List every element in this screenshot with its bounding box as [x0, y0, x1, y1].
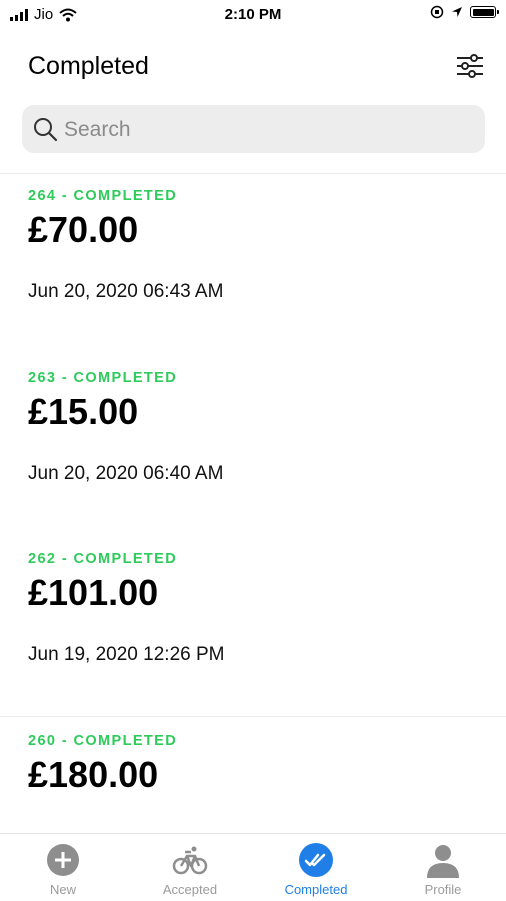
status-bar: Jio 2:10 PM [0, 0, 506, 30]
filter-sliders-icon[interactable] [455, 53, 485, 79]
tab-accepted[interactable]: Accepted [127, 834, 253, 901]
tab-bar: New Accepted Completed Profile [0, 833, 506, 901]
order-amount: £180.00 [28, 754, 159, 795]
order-item[interactable]: 263 - COMPLETED £15.00 Jun 20, 2020 06:4… [28, 370, 488, 485]
order-amount: £15.00 [28, 391, 139, 432]
location-arrow-icon [452, 7, 462, 17]
tab-new[interactable]: New [0, 834, 126, 901]
order-status: 262 - COMPLETED [28, 551, 178, 567]
order-item[interactable]: 264 - COMPLETED £70.00 Jun 20, 2020 06:4… [28, 188, 488, 303]
divider [0, 173, 506, 174]
order-status: 260 - COMPLETED [28, 733, 178, 749]
battery-icon [470, 6, 499, 18]
page-title: Completed [28, 52, 149, 80]
order-date: Jun 20, 2020 06:43 AM [28, 281, 224, 302]
plus-circle-icon [47, 844, 79, 876]
divider [0, 716, 506, 717]
tab-label: Accepted [162, 882, 218, 897]
order-amount: £101.00 [28, 572, 159, 613]
person-icon [427, 845, 459, 878]
order-status: 263 - COMPLETED [28, 370, 178, 386]
tab-label: New [49, 882, 76, 897]
tab-completed[interactable]: Completed [253, 834, 379, 901]
order-item[interactable]: 260 - COMPLETED £180.00 [28, 733, 488, 795]
tab-profile[interactable]: Profile [380, 834, 506, 901]
tab-label: Completed [284, 882, 348, 897]
order-status: 264 - COMPLETED [28, 188, 178, 204]
status-right [430, 5, 499, 19]
order-date: Jun 20, 2020 06:40 AM [28, 463, 224, 484]
order-amount: £70.00 [28, 209, 139, 250]
search-input[interactable] [62, 115, 466, 145]
rotation-lock-icon [430, 5, 444, 19]
order-item[interactable]: 262 - COMPLETED £101.00 Jun 19, 2020 12:… [28, 551, 488, 666]
bicycle-icon [172, 846, 208, 875]
double-check-icon [299, 843, 333, 877]
tab-label: Profile [424, 882, 462, 897]
order-date: Jun 19, 2020 12:26 PM [28, 644, 225, 665]
search-icon [34, 118, 58, 142]
search-bar[interactable] [22, 105, 485, 153]
